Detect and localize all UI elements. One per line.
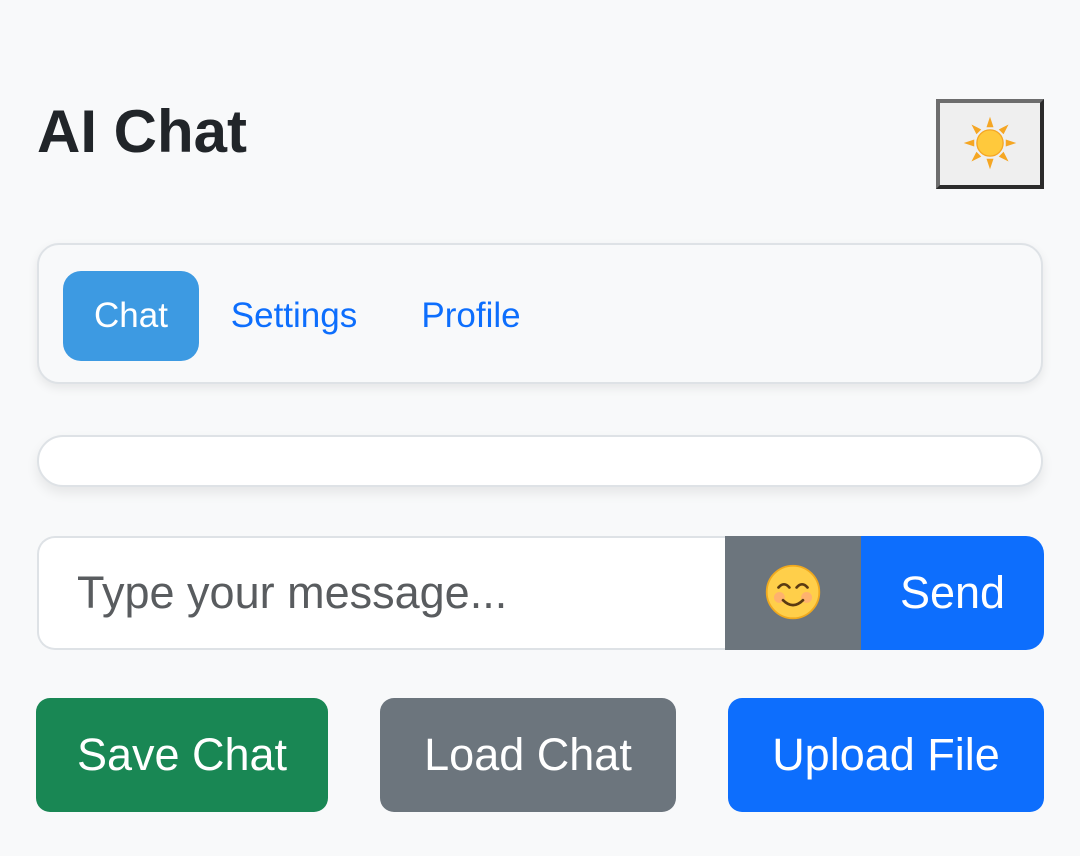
- tab-profile[interactable]: Profile: [409, 271, 533, 361]
- tab-chat[interactable]: Chat: [63, 271, 199, 361]
- send-button[interactable]: Send: [861, 536, 1044, 650]
- upload-file-button[interactable]: Upload File: [728, 698, 1044, 812]
- message-input[interactable]: [37, 536, 725, 650]
- emoji-button[interactable]: [725, 536, 861, 650]
- page-title: AI Chat: [37, 98, 247, 165]
- chat-messages-area: [37, 435, 1043, 487]
- smiling-face-icon: [764, 563, 822, 624]
- sun-icon: [962, 115, 1018, 174]
- app-page: AI Chat Chat Settings Profile Type your …: [0, 0, 1080, 856]
- message-composer: Send: [37, 536, 1044, 650]
- tab-settings[interactable]: Settings: [219, 271, 369, 361]
- load-chat-button[interactable]: Load Chat: [380, 698, 676, 812]
- tab-navigation: Chat Settings Profile: [37, 243, 1043, 384]
- save-chat-button[interactable]: Save Chat: [36, 698, 328, 812]
- theme-toggle-button[interactable]: [936, 99, 1044, 189]
